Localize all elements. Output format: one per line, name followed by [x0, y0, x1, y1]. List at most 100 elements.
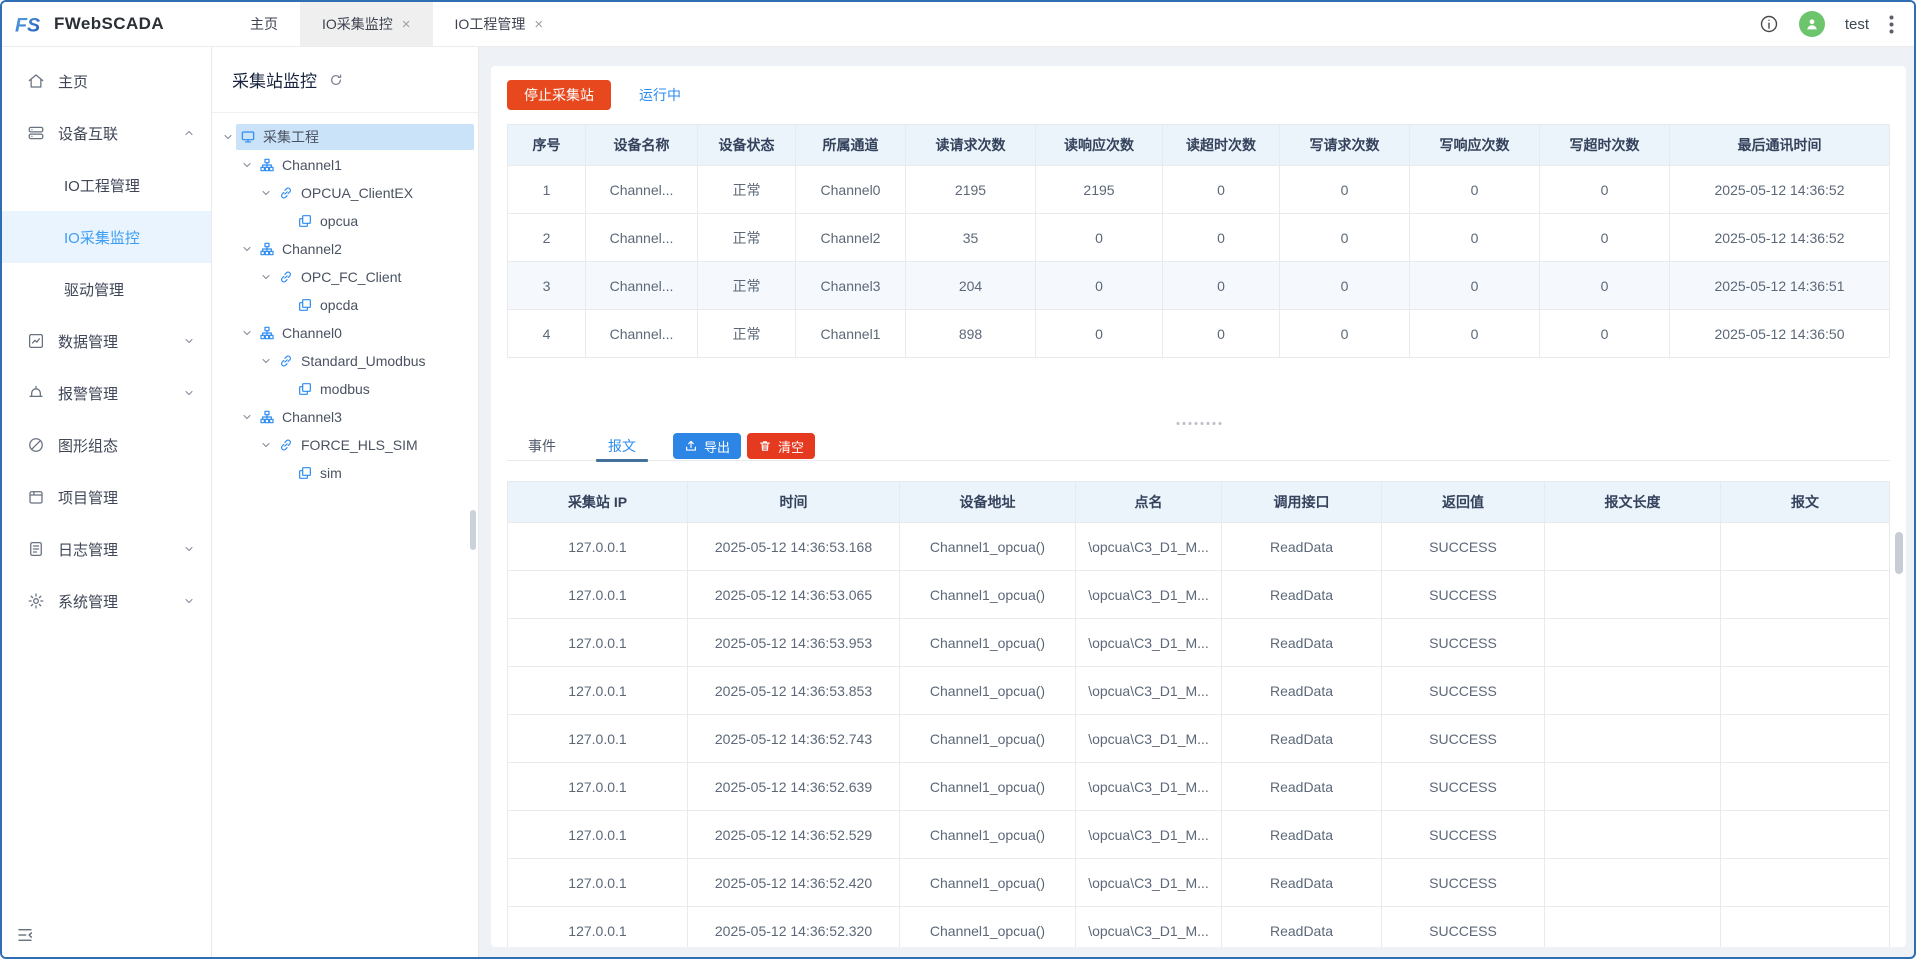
- cell: \opcua\C3_D1_M...: [1076, 907, 1222, 948]
- tree-node-opcua[interactable]: opcua: [220, 207, 474, 235]
- sidebar-item-alarm[interactable]: 报警管理: [2, 367, 211, 419]
- cell: [1545, 523, 1721, 571]
- chevron-down-icon[interactable]: [239, 411, 255, 423]
- log-tab-event[interactable]: 事件: [507, 432, 577, 460]
- cell: \opcua\C3_D1_M...: [1076, 667, 1222, 715]
- tree-node-opc-fc-client[interactable]: OPC_FC_Client: [220, 263, 474, 291]
- export-button-label: 导出: [704, 437, 730, 456]
- chevron-down-icon[interactable]: [239, 243, 255, 255]
- tree-node-channel0[interactable]: Channel0: [220, 319, 474, 347]
- station-tree: 采集工程Channel1OPCUA_ClientEXopcua Channel2 O…: [212, 113, 478, 957]
- message-table-row[interactable]: 127.0.0.12025-05-12 14:36:53.853Channel1…: [508, 667, 1890, 715]
- link-icon: [278, 437, 294, 453]
- cell: Channel...: [586, 262, 698, 310]
- column-header: 读超时次数: [1163, 125, 1280, 166]
- tab-io-project[interactable]: IO工程管理×: [433, 2, 566, 46]
- fs-logo-icon: FS: [14, 9, 44, 39]
- sidebar-item-driver[interactable]: 驱动管理: [2, 263, 211, 315]
- message-table-scrollbar[interactable]: [1895, 532, 1903, 574]
- app-window: FS FWebSCADA 主页IO采集监控×IO工程管理× test 主页设备互…: [0, 0, 1916, 959]
- message-table-row[interactable]: 127.0.0.12025-05-12 14:36:52.320Channel1…: [508, 907, 1890, 948]
- cell: \opcua\C3_D1_M...: [1076, 811, 1222, 859]
- message-table-row[interactable]: 127.0.0.12025-05-12 14:36:53.953Channel1…: [508, 619, 1890, 667]
- tree-node-project-root[interactable]: 采集工程: [220, 123, 474, 151]
- message-table-row[interactable]: 127.0.0.12025-05-12 14:36:52.420Channel1…: [508, 859, 1890, 907]
- upload-icon: [684, 439, 698, 453]
- cell: 127.0.0.1: [508, 667, 688, 715]
- device-table-row[interactable]: 3Channel...正常Channel3204000002025-05-12 …: [508, 262, 1890, 310]
- sidebar-item-io-project[interactable]: IO工程管理: [2, 159, 211, 211]
- svg-text:FS: FS: [15, 15, 40, 37]
- clear-button[interactable]: 清空: [747, 433, 815, 459]
- sidebar-item-label: IO工程管理: [64, 175, 140, 196]
- cell: Channel1_opcua(): [900, 667, 1076, 715]
- menu-fold-icon[interactable]: [16, 926, 34, 949]
- cell: [1545, 907, 1721, 948]
- message-table-row[interactable]: 127.0.0.12025-05-12 14:36:52.529Channel1…: [508, 811, 1890, 859]
- sidebar-item-data[interactable]: 数据管理: [2, 315, 211, 367]
- export-button[interactable]: 导出: [673, 433, 741, 459]
- chevron-up-icon: [183, 127, 195, 139]
- cell: 2025-05-12 14:36:53.953: [688, 619, 900, 667]
- sidebar: 主页设备互联 IO工程管理 IO采集监控驱动管理数据管理报警管理图形组态项目管理日志…: [2, 47, 212, 957]
- tree-node-sim[interactable]: sim: [220, 459, 474, 487]
- close-icon[interactable]: ×: [402, 17, 411, 32]
- tree-scrollbar[interactable]: [470, 510, 476, 550]
- cell: [1721, 523, 1890, 571]
- cell: \opcua\C3_D1_M...: [1076, 523, 1222, 571]
- tree-node-opcua-clientex[interactable]: OPCUA_ClientEX: [220, 179, 474, 207]
- log-tab-message[interactable]: 报文: [587, 432, 657, 460]
- tree-node-channel1[interactable]: Channel1: [220, 151, 474, 179]
- sidebar-item-io-monitor[interactable]: IO采集监控: [2, 211, 211, 263]
- cell: SUCCESS: [1382, 667, 1545, 715]
- cell: 2025-05-12 14:36:52.420: [688, 859, 900, 907]
- info-icon[interactable]: [1759, 14, 1779, 34]
- tree-node-standard-umodbus[interactable]: Standard_Umodbus: [220, 347, 474, 375]
- sidebar-item-project[interactable]: 项目管理: [2, 471, 211, 523]
- tree-node-modbus[interactable]: modbus: [220, 375, 474, 403]
- chevron-down-icon[interactable]: [258, 355, 274, 367]
- column-header: 所属通道: [796, 125, 906, 166]
- sidebar-item-system[interactable]: 系统管理: [2, 575, 211, 627]
- cell: 2025-05-12 14:36:52.639: [688, 763, 900, 811]
- trash-icon: [758, 439, 772, 453]
- splitter-handle-icon[interactable]: [1176, 422, 1221, 425]
- message-table-row[interactable]: 127.0.0.12025-05-12 14:36:52.743Channel1…: [508, 715, 1890, 763]
- splitter-area: [507, 358, 1890, 432]
- tab-io-monitor[interactable]: IO采集监控×: [300, 2, 433, 46]
- chevron-down-icon[interactable]: [258, 271, 274, 283]
- tree-node-channel3[interactable]: Channel3: [220, 403, 474, 431]
- device-table-row[interactable]: 1Channel...正常Channel02195219500002025-05…: [508, 166, 1890, 214]
- message-table-row[interactable]: 127.0.0.12025-05-12 14:36:53.168Channel1…: [508, 523, 1890, 571]
- tab-home[interactable]: 主页: [228, 2, 300, 46]
- sidebar-item-log[interactable]: 日志管理: [2, 523, 211, 575]
- message-table-row[interactable]: 127.0.0.12025-05-12 14:36:53.065Channel1…: [508, 571, 1890, 619]
- cell: ReadData: [1222, 763, 1382, 811]
- close-icon[interactable]: ×: [534, 17, 543, 32]
- chevron-down-icon[interactable]: [239, 327, 255, 339]
- kebab-menu-icon[interactable]: [1889, 15, 1894, 34]
- chevron-down-icon[interactable]: [258, 187, 274, 199]
- cell: 0: [1540, 262, 1670, 310]
- refresh-icon[interactable]: [329, 73, 343, 87]
- stop-station-button[interactable]: 停止采集站: [507, 80, 611, 110]
- column-header: 报文长度: [1545, 482, 1721, 523]
- device-table-row[interactable]: 2Channel...正常Channel235000002025-05-12 1…: [508, 214, 1890, 262]
- sidebar-item-home[interactable]: 主页: [2, 55, 211, 107]
- sidebar-item-device-link[interactable]: 设备互联: [2, 107, 211, 159]
- user-avatar-icon[interactable]: [1799, 11, 1825, 37]
- chevron-down-icon[interactable]: [239, 159, 255, 171]
- chevron-down-icon[interactable]: [258, 439, 274, 451]
- tree-node-label: Channel2: [282, 241, 342, 257]
- device-table-row[interactable]: 4Channel...正常Channel1898000002025-05-12 …: [508, 310, 1890, 358]
- device-table: 序号设备名称设备状态所属通道读请求次数读响应次数读超时次数写请求次数写响应次数写…: [507, 124, 1890, 358]
- chevron-down-icon[interactable]: [220, 131, 236, 143]
- tree-node-force-hls-sim[interactable]: FORCE_HLS_SIM: [220, 431, 474, 459]
- message-table-row-header: 采集站 IP时间设备地址点名调用接口返回值报文长度报文: [508, 482, 1890, 523]
- cell: SUCCESS: [1382, 715, 1545, 763]
- tree-node-opcda[interactable]: opcda: [220, 291, 474, 319]
- column-header: 读响应次数: [1036, 125, 1163, 166]
- message-table-row[interactable]: 127.0.0.12025-05-12 14:36:52.639Channel1…: [508, 763, 1890, 811]
- tree-node-channel2[interactable]: Channel2: [220, 235, 474, 263]
- sidebar-item-graphic[interactable]: 图形组态: [2, 419, 211, 471]
